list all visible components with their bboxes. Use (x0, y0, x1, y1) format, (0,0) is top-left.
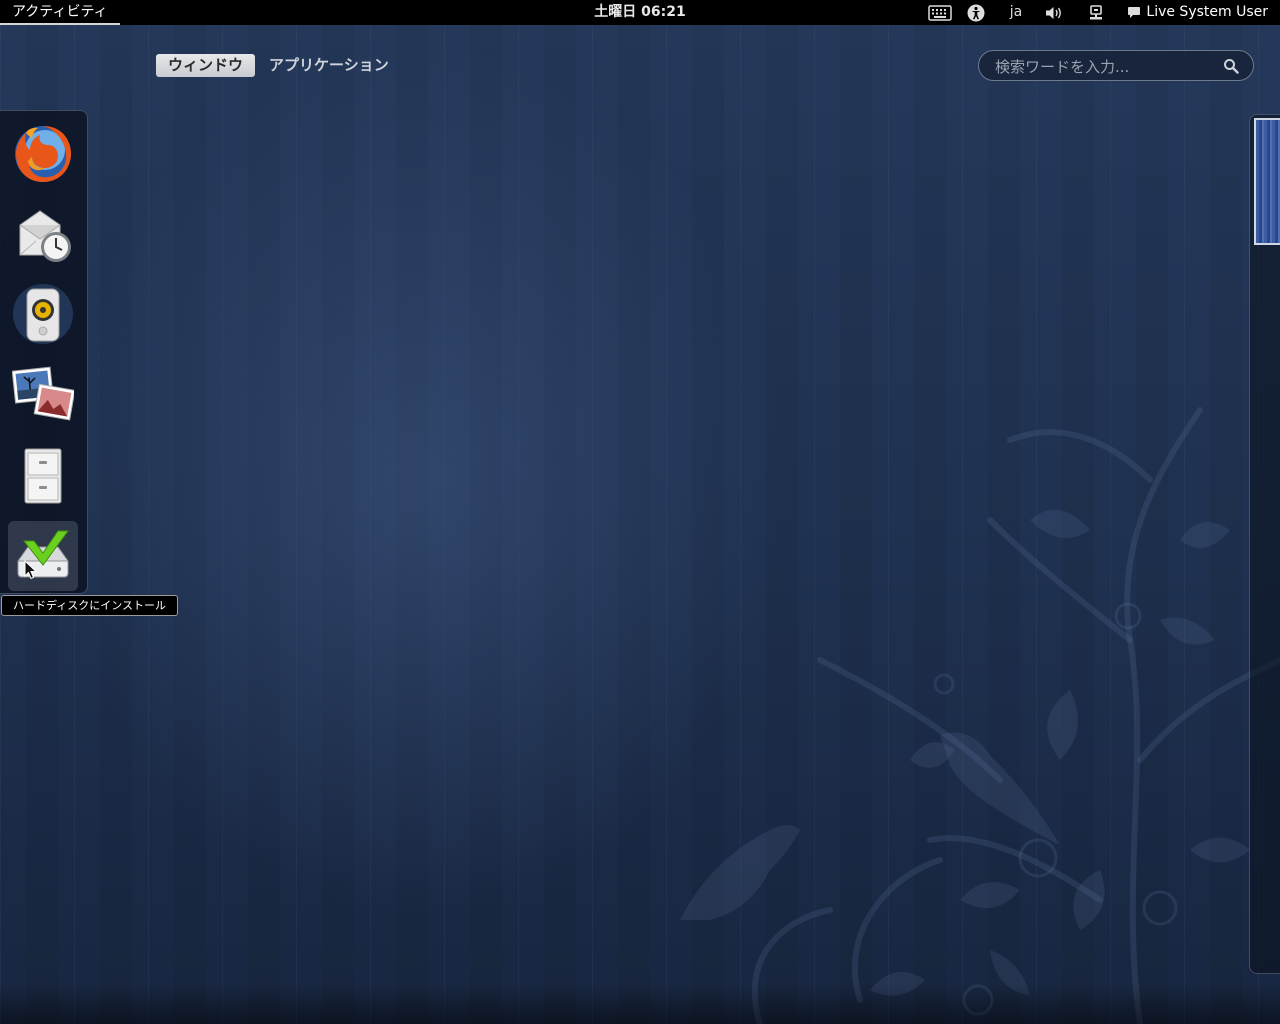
dash (0, 110, 88, 594)
dash-item-files[interactable] (8, 441, 78, 511)
mouse-cursor-icon (24, 560, 38, 580)
volume-icon (1046, 6, 1061, 19)
dash-item-shotwell[interactable] (8, 359, 78, 429)
keyboard-icon (928, 4, 952, 21)
search-icon (1224, 59, 1239, 74)
tab-applications[interactable]: アプリケーション (267, 54, 391, 77)
dash-tooltip: ハードディスクにインストール (1, 595, 179, 616)
bottom-shade (0, 984, 1280, 1024)
speaker-icon (13, 284, 73, 344)
network-button[interactable] (1084, 0, 1108, 25)
chat-bubble-icon (1128, 7, 1141, 18)
accessibility-button[interactable] (964, 0, 988, 25)
search-input[interactable] (993, 51, 1217, 82)
mail-clock-icon (19, 210, 71, 262)
wired-network-icon (1090, 4, 1102, 19)
dash-item-firefox[interactable] (8, 119, 78, 189)
dash-item-install-to-disk[interactable] (8, 521, 78, 591)
volume-button[interactable] (1042, 0, 1066, 25)
user-name: Live System User (1146, 4, 1268, 20)
user-menu[interactable]: Live System User (1127, 0, 1268, 25)
accessibility-icon (967, 4, 985, 21)
search-box[interactable] (978, 50, 1254, 82)
tab-windows[interactable]: ウィンドウ (156, 54, 256, 77)
workspace-thumbnail-1[interactable] (1254, 118, 1280, 245)
top-bar: アクティビティ 土曜日 06:21 ja Live System User (0, 0, 1280, 25)
activities-active-indicator (0, 23, 120, 25)
install-to-disk-icon (17, 530, 69, 578)
clock-label[interactable]: 土曜日 06:21 (594, 4, 685, 20)
floral-wallpaper-ornament (680, 407, 1280, 1024)
keyboard-button[interactable] (926, 0, 954, 25)
language-indicator[interactable]: ja (1002, 0, 1030, 25)
dash-item-evolution[interactable] (8, 199, 78, 269)
file-cabinet-icon (24, 448, 62, 504)
view-selector: ウィンドウ アプリケーション (156, 54, 391, 77)
firefox-icon (15, 126, 72, 182)
activities-button[interactable]: アクティビティ (0, 0, 120, 25)
dash-item-rhythmbox[interactable] (8, 279, 78, 349)
photos-icon (12, 366, 74, 421)
